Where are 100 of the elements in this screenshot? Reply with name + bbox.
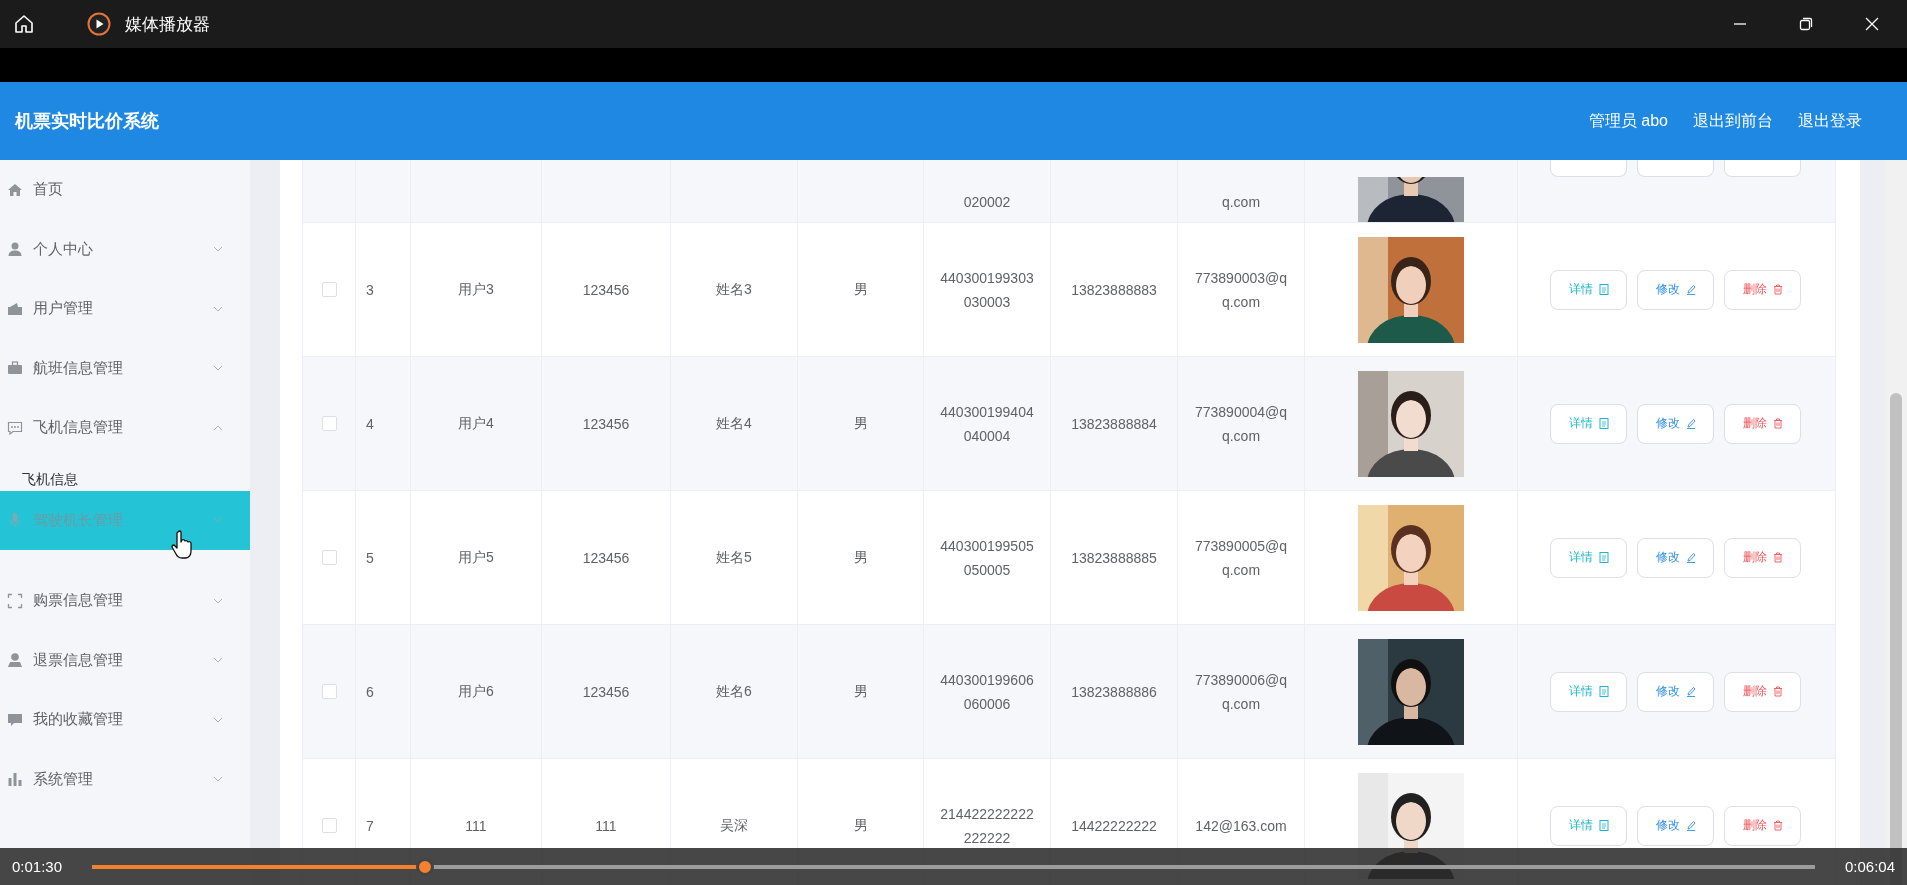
menu-label: 退票信息管理 [33, 650, 123, 670]
table-cell-text: 020002 [962, 193, 1012, 212]
pencil-icon [1685, 418, 1696, 429]
action-button[interactable]: 详情 [1550, 805, 1627, 846]
admin-label: 管理员 abo [1588, 110, 1668, 131]
action-button[interactable]: 删除 [1724, 671, 1801, 712]
menu-label: 系统管理 [33, 769, 93, 789]
document-icon [1598, 284, 1609, 295]
action-button[interactable]: 修改 [1637, 269, 1714, 310]
menu-item[interactable]: 系统管理 [0, 749, 250, 809]
action-button[interactable]: 修改 [1637, 403, 1714, 444]
chevron-icon [213, 305, 223, 312]
action-button[interactable]: 详情 [1550, 537, 1627, 578]
row-checkbox[interactable] [321, 550, 337, 565]
table-cell: 姓名6 [716, 682, 752, 701]
close-icon[interactable] [1864, 16, 1880, 32]
table-cell-text: 773890003@qq.com [1193, 268, 1289, 312]
action-button[interactable] [1637, 160, 1714, 177]
scan-icon [7, 592, 23, 609]
table-cell-text: 142@163.com [1194, 816, 1288, 836]
menu-item[interactable]: 退票信息管理 [0, 630, 250, 690]
action-button[interactable] [1550, 160, 1627, 177]
action-button[interactable] [1724, 160, 1801, 177]
menu-label: 航班信息管理 [33, 358, 123, 378]
header-link[interactable]: 退出到前台 [1693, 110, 1773, 132]
table-cell: 13823888886 [1071, 683, 1157, 700]
table-cell-text: 214422222222222222 [939, 804, 1035, 848]
trash-icon [1772, 284, 1783, 295]
current-time: 0:01:30 [12, 858, 63, 875]
table-cell-text: 440300199606060006 [939, 670, 1035, 714]
chevron-icon [213, 716, 223, 723]
action-button[interactable]: 详情 [1550, 403, 1627, 444]
table-cell: 13823888884 [1071, 415, 1157, 432]
menu-item[interactable]: 用户管理 [0, 279, 250, 339]
chevron-icon [213, 517, 223, 524]
table-cell: 123456 [582, 281, 630, 298]
trash-icon [1772, 686, 1783, 697]
chevron-icon [213, 424, 223, 431]
table-cell: 男 [853, 414, 868, 433]
table-cell: 男 [853, 548, 868, 567]
pencil-icon [1685, 686, 1696, 697]
action-button[interactable]: 删除 [1724, 403, 1801, 444]
table-cell: 6 [366, 683, 374, 700]
comment-icon [7, 711, 23, 728]
table-cell: 4 [366, 415, 374, 432]
document-icon [1598, 686, 1609, 697]
table-cell-text: 773890006@qq.com [1193, 670, 1289, 714]
action-button[interactable]: 删除 [1724, 805, 1801, 846]
row-checkbox[interactable] [321, 282, 337, 297]
bar-chart-icon [7, 771, 23, 788]
table-cell: 123456 [582, 549, 630, 566]
table-cell: 用户5 [458, 548, 494, 567]
pencil-icon [1685, 284, 1696, 295]
action-button[interactable]: 删除 [1724, 537, 1801, 578]
table-cell: 5 [366, 549, 374, 566]
menu-label: 个人中心 [33, 239, 93, 259]
chevron-icon [213, 246, 223, 253]
menu-item[interactable]: 购票信息管理 [0, 571, 250, 631]
menu-item[interactable]: 航班信息管理 [0, 338, 250, 398]
table-cell: 男 [853, 682, 868, 701]
table-cell-text: 440300199303030003 [939, 268, 1035, 312]
action-button[interactable]: 修改 [1637, 537, 1714, 578]
menu-item[interactable]: 个人中心 [0, 219, 250, 279]
restore-icon[interactable] [1798, 16, 1814, 32]
table-cell-text: 440300199404040004 [939, 402, 1035, 446]
row-checkbox[interactable] [321, 818, 337, 833]
menu-label: 我的收藏管理 [33, 710, 123, 730]
menu-item[interactable]: 我的收藏管理 [0, 690, 250, 750]
action-button[interactable]: 删除 [1724, 269, 1801, 310]
row-checkbox[interactable] [321, 684, 337, 699]
menu-item[interactable]: 首页 [0, 160, 250, 220]
submenu-item[interactable]: 飞机信息 [0, 457, 78, 491]
document-icon [1598, 820, 1609, 831]
table-cell: 男 [853, 816, 868, 835]
table-cell: 男 [853, 280, 868, 299]
table-cell: 7 [366, 817, 374, 834]
menu-item[interactable]: 飞机信息管理 [0, 398, 250, 458]
menu-label: 驾驶机长管理 [33, 510, 123, 530]
table-cell: 123456 [582, 683, 630, 700]
trash-icon [1772, 418, 1783, 429]
menu-label: 购票信息管理 [33, 591, 123, 611]
action-button[interactable]: 详情 [1550, 671, 1627, 712]
chevron-icon [213, 657, 223, 664]
home-icon[interactable] [13, 13, 35, 35]
action-button[interactable]: 修改 [1637, 671, 1714, 712]
menu-label: 用户管理 [33, 299, 93, 319]
action-button[interactable]: 详情 [1550, 269, 1627, 310]
table-cell: 123456 [582, 415, 630, 432]
table-cell: 用户4 [458, 414, 494, 433]
action-button[interactable]: 修改 [1637, 805, 1714, 846]
briefcase-icon [7, 360, 23, 377]
trash-icon [1772, 552, 1783, 563]
user-icon [7, 241, 23, 258]
table-cell-text: 773890005@qq.com [1193, 536, 1289, 580]
table-cell: 姓名4 [716, 414, 752, 433]
header-link[interactable]: 退出登录 [1798, 110, 1862, 132]
table-cell: 13823888883 [1071, 281, 1157, 298]
table-cell: 吴深 [720, 816, 748, 835]
pencil-icon [1685, 552, 1696, 563]
row-checkbox[interactable] [321, 416, 337, 431]
